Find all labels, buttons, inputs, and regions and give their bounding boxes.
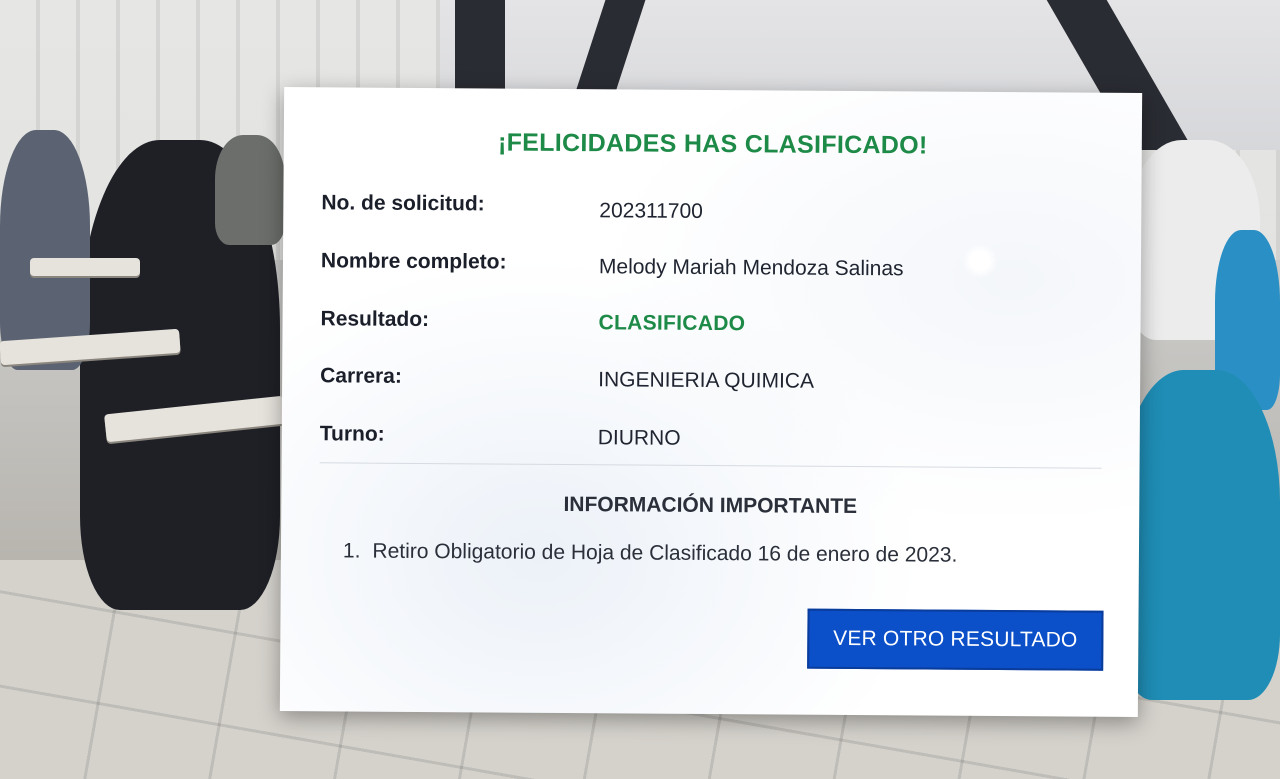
important-info-item: 1. Retiro Obligatorio de Hoja de Clasific… xyxy=(343,539,958,567)
ceiling-beam xyxy=(455,0,505,100)
result-status-value: CLASIFICADO xyxy=(598,311,746,336)
student-figure xyxy=(1120,370,1280,700)
section-divider xyxy=(319,462,1102,469)
view-another-result-button[interactable]: VER OTRO RESULTADO xyxy=(807,608,1104,671)
full-name-value: Melody Mariah Mendoza Salinas xyxy=(598,255,904,281)
result-card: ¡FELICIDADES HAS CLASIFICADO! No. de sol… xyxy=(279,87,1143,717)
list-item-number: 1. xyxy=(342,539,361,563)
student-figure xyxy=(0,130,90,370)
shift-value: DIURNO xyxy=(597,426,681,450)
congratulations-title: ¡FELICIDADES HAS CLASIFICADO! xyxy=(497,128,928,160)
career-label: Carrera: xyxy=(320,364,402,388)
screen-glare xyxy=(962,243,998,278)
result-label: Resultado: xyxy=(320,307,430,332)
student-desk xyxy=(30,258,140,276)
shift-label: Turno: xyxy=(319,422,385,446)
list-item-text: Retiro Obligatorio de Hoja de Clasificad… xyxy=(372,539,958,567)
application-number-label: No. de solicitud: xyxy=(321,191,485,216)
important-info-heading: INFORMACIÓN IMPORTANTE xyxy=(563,492,858,519)
student-figure xyxy=(215,135,285,245)
application-number-value: 202311700 xyxy=(599,199,703,223)
career-value: INGENIERIA QUIMICA xyxy=(598,368,815,393)
full-name-label: Nombre completo: xyxy=(320,249,507,274)
photo-background: ¡FELICIDADES HAS CLASIFICADO! No. de sol… xyxy=(0,0,1280,779)
